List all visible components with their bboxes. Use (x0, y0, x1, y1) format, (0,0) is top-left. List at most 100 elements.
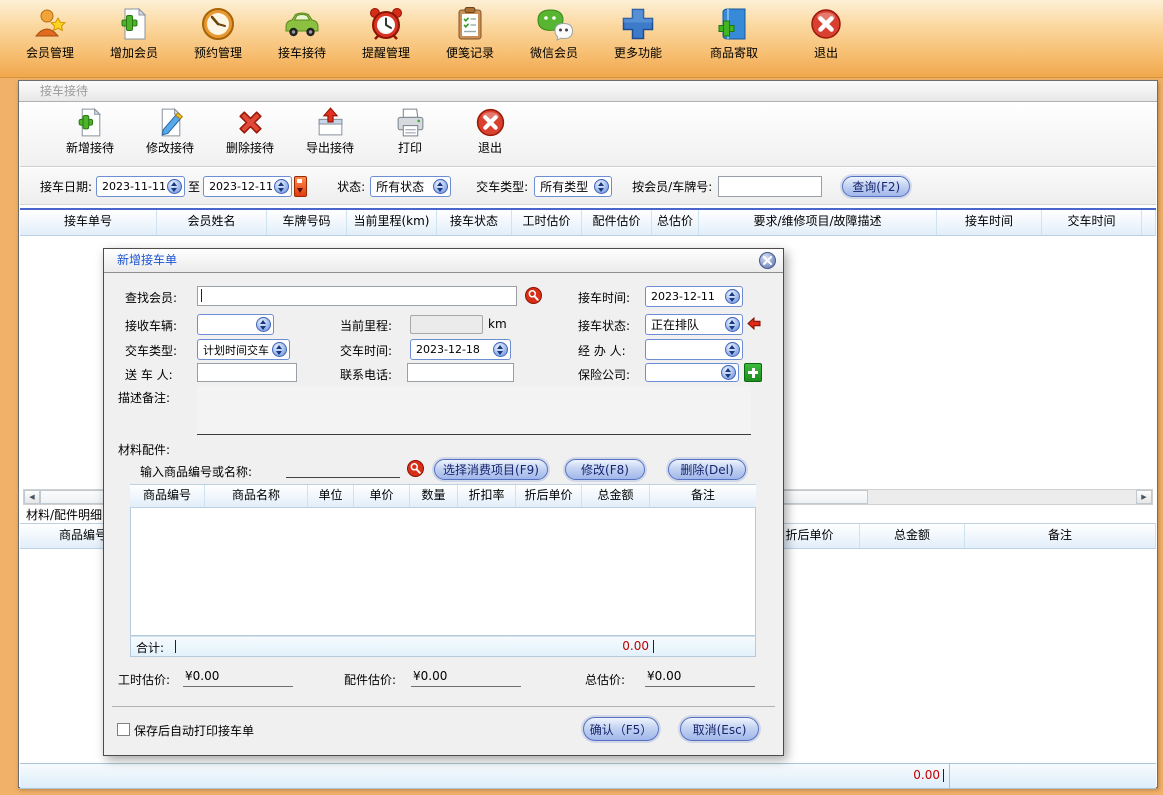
receive-time-label: 接车时间: (578, 289, 630, 306)
status-back-arrow-button[interactable] (747, 317, 761, 333)
search-member-input[interactable] (197, 286, 517, 306)
filter-bar: 接车日期: 2023-11-11 至 2023-12-11 状态: 所有状态 交… (20, 168, 1156, 205)
toolbar-item-exit[interactable]: 退出 (784, 5, 868, 77)
add-insurance-button[interactable] (744, 363, 762, 382)
cancel-button[interactable]: 取消(Esc) (680, 717, 759, 741)
close-icon (763, 256, 772, 265)
remark-textarea[interactable] (197, 386, 751, 435)
parts-table-body[interactable] (130, 508, 756, 636)
date-range-label: 接车日期: (40, 178, 92, 195)
toolbar-item-goods-deposit[interactable]: 商品寄取 (692, 5, 776, 77)
date-dropdown-button[interactable] (294, 176, 307, 197)
scroll-right-icon[interactable]: ▶ (1136, 490, 1152, 504)
toolbar-item-reception[interactable]: 接车接待 (260, 5, 344, 77)
status-filter-label: 状态: (337, 178, 365, 195)
printer-icon (394, 106, 427, 139)
delete-item-button[interactable]: 删除(Del) (668, 459, 746, 480)
column-header: 总金额 (582, 485, 650, 507)
delete-reception-button[interactable]: 删除接待 (216, 106, 284, 166)
phone-input[interactable] (407, 363, 514, 382)
button-label: 打印 (398, 139, 422, 156)
exit-icon (807, 5, 845, 43)
export-icon (314, 106, 347, 139)
print-button[interactable]: 打印 (376, 106, 444, 166)
search-button[interactable]: 查询(F2) (842, 176, 910, 197)
parts-table: 商品编号 商品名称 单位 单价 数量 折扣率 折后单价 总金额 备注 合计: 0… (130, 484, 756, 657)
vehicle-select[interactable] (197, 314, 274, 335)
sender-label: 送 车 人: (125, 366, 173, 383)
goods-book-icon (715, 5, 753, 43)
column-header: 数量 (410, 485, 458, 507)
total-estimate-label: 总估价: (585, 671, 625, 688)
window-title: 接车接待 (19, 81, 1157, 102)
auto-print-checkbox[interactable] (117, 723, 130, 736)
column-header: 备注 (965, 524, 1156, 548)
dialog-close-button[interactable] (759, 252, 776, 269)
spinner-icon (721, 365, 736, 380)
member-filter-input[interactable] (718, 176, 822, 197)
operator-select[interactable] (645, 339, 743, 360)
spinner-icon (725, 289, 740, 304)
column-header-filler (1142, 210, 1156, 235)
export-reception-button[interactable]: 导出接待 (296, 106, 364, 166)
column-header: 交车时间 (1042, 210, 1142, 235)
delivery-time-value: 2023-12-18 (416, 343, 491, 356)
date-to-label: 至 (188, 178, 200, 195)
mileage-label: 当前里程: (340, 317, 392, 334)
date-to-picker[interactable]: 2023-12-11 (203, 176, 292, 197)
status-bar: 0.00 (20, 763, 1156, 789)
type-filter-label: 交车类型: (476, 178, 528, 195)
column-header: 当前里程(km) (347, 210, 437, 235)
search-magnifier-button[interactable] (525, 287, 542, 304)
toolbar-item-label: 预约管理 (194, 44, 242, 61)
text-caret (175, 640, 176, 653)
new-reception-button[interactable]: 新增接待 (56, 106, 124, 166)
toolbar-item-label: 增加会员 (110, 44, 158, 61)
toolbar-item-reminders[interactable]: 提醒管理 (344, 5, 428, 77)
parts-table-header: 商品编号 商品名称 单位 单价 数量 折扣率 折后单价 总金额 备注 (130, 484, 756, 508)
spinner-icon (167, 179, 182, 194)
plus-icon (619, 5, 657, 43)
insurance-select[interactable] (645, 363, 739, 382)
parts-total-label: 合计: (136, 639, 164, 656)
status-filter-value: 所有状态 (376, 178, 431, 195)
column-header: 商品名称 (205, 485, 308, 507)
column-header: 商品编号 (20, 524, 110, 548)
magnifier-icon (525, 287, 542, 304)
phone-label: 联系电话: (340, 366, 392, 383)
toolbar-item-add-member[interactable]: 增加会员 (92, 5, 176, 77)
parts-magnifier-button[interactable] (407, 460, 424, 477)
spinner-icon (725, 342, 740, 357)
parts-total-value: 0.00 (571, 639, 649, 653)
toolbar-item-appointments[interactable]: 预约管理 (176, 5, 260, 77)
column-header: 单位 (308, 485, 354, 507)
select-consume-item-button[interactable]: 选择消费项目(F9) (434, 459, 548, 480)
remark-label: 描述备注: (118, 389, 170, 406)
button-label: 新增接待 (66, 139, 114, 156)
modify-item-button[interactable]: 修改(F8) (565, 459, 645, 480)
status-filter-select[interactable]: 所有状态 (370, 176, 451, 197)
red-left-arrow-icon (747, 317, 761, 330)
scroll-left-icon[interactable]: ◀ (24, 490, 40, 504)
date-from-picker[interactable]: 2023-11-11 (96, 176, 185, 197)
reception-status-select[interactable]: 正在排队 (645, 314, 743, 335)
confirm-button[interactable]: 确认（F5） (583, 717, 659, 741)
sender-input[interactable] (197, 363, 297, 382)
parts-search-input[interactable] (286, 460, 400, 478)
column-header: 总金额 (860, 524, 965, 548)
receive-time-picker[interactable]: 2023-12-11 (645, 286, 743, 307)
wechat-icon (535, 5, 573, 43)
toolbar-item-wechat-members[interactable]: 微信会员 (512, 5, 596, 77)
toolbar-item-more-features[interactable]: 更多功能 (596, 5, 680, 77)
button-label: 删除接待 (226, 139, 274, 156)
delivery-type-select[interactable]: 计划时间交车 (197, 339, 290, 360)
toolbar-item-label: 退出 (814, 44, 838, 61)
add-member-icon (115, 5, 153, 43)
delivery-time-picker[interactable]: 2023-12-18 (410, 339, 511, 360)
exit-window-button[interactable]: 退出 (456, 106, 524, 166)
parts-search-label: 输入商品编号或名称: (140, 463, 252, 480)
toolbar-item-notes[interactable]: 便笺记录 (428, 5, 512, 77)
toolbar-item-member-management[interactable]: 会员管理 (8, 5, 92, 77)
type-filter-select[interactable]: 所有类型 (534, 176, 612, 197)
edit-reception-button[interactable]: 修改接待 (136, 106, 204, 166)
